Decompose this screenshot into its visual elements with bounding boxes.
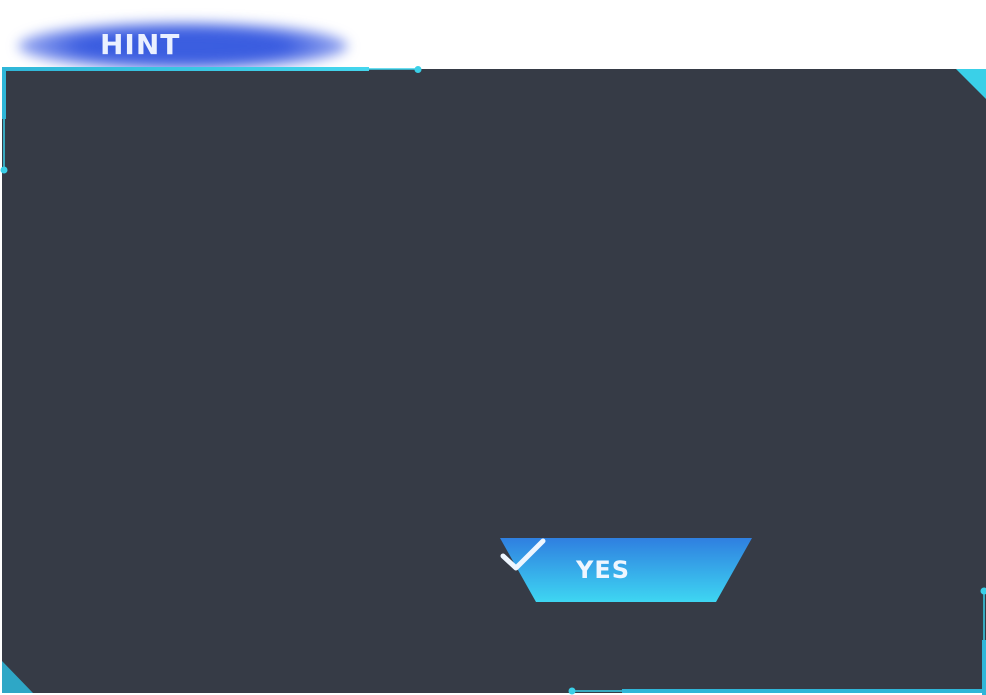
title-glow: [18, 22, 348, 70]
yes-button-label: YES: [576, 556, 631, 584]
dialog-panel: [2, 69, 986, 693]
dialog-title: HINT: [100, 28, 181, 61]
hint-dialog: HINT YES: [0, 0, 986, 695]
checkmark-icon: [500, 538, 546, 571]
yes-button[interactable]: YES: [500, 538, 752, 602]
